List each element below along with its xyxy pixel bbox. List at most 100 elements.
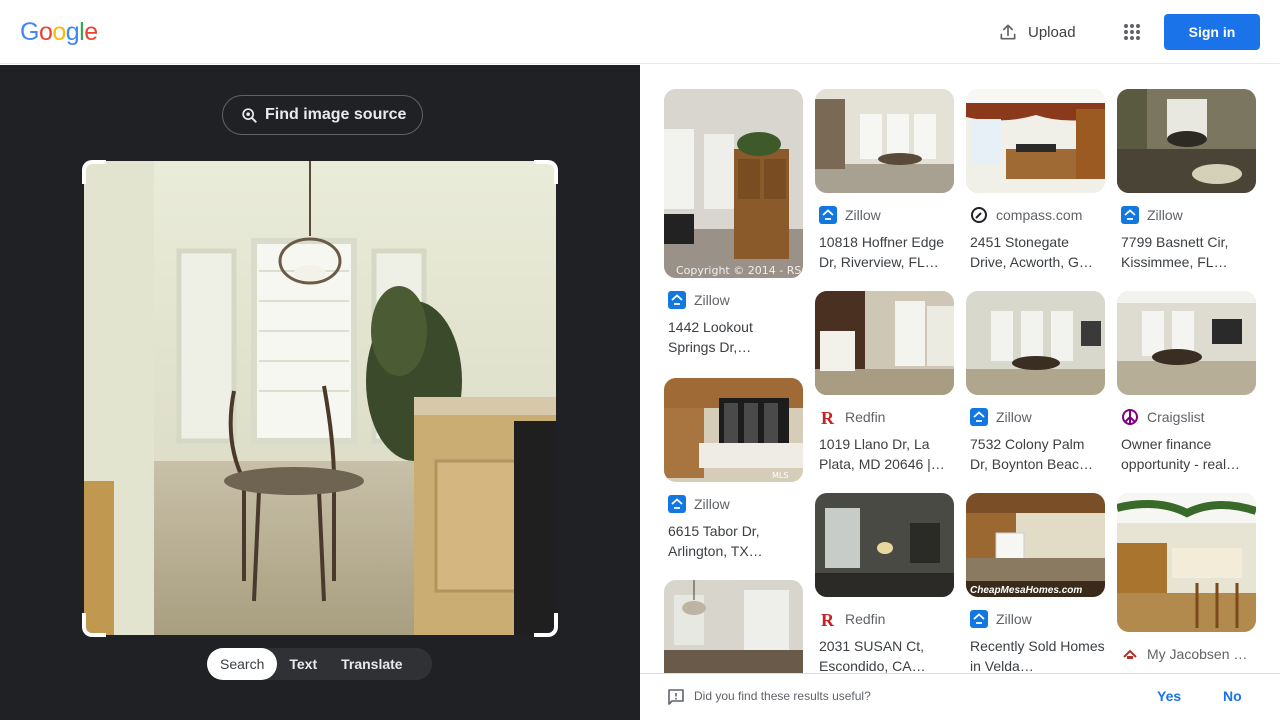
result-thumbnail[interactable]: CheapMesaHomes.com <box>966 493 1105 597</box>
result-title[interactable]: Recently Sold Homes in Velda… <box>966 636 1106 673</box>
result-card[interactable]: Zillow 7799 Basnett Cir, Kissimmee, FL… <box>1117 89 1257 272</box>
upload-icon <box>1000 24 1016 40</box>
result-card[interactable]: MLS Zillow 6615 Tabor Dr, Arlington, TX… <box>664 378 804 561</box>
result-title[interactable]: Owner finance opportunity - real… <box>1117 434 1257 474</box>
logo-letter: G <box>20 18 39 46</box>
result-title[interactable]: 7799 Basnett Cir, Kissimmee, FL… <box>1117 232 1257 272</box>
feedback-icon <box>668 689 684 705</box>
redfin-icon: R <box>819 610 837 628</box>
zillow-icon <box>668 291 686 309</box>
result-source: Craigslist <box>1117 407 1257 427</box>
jacobsen-icon <box>1121 645 1139 663</box>
result-title[interactable]: 2451 Stonegate Drive, Acworth, G… <box>966 232 1106 272</box>
result-card[interactable]: Craigslist Owner finance opportunity - r… <box>1117 291 1257 474</box>
result-source: Zillow <box>1117 205 1257 225</box>
google-apps-button[interactable] <box>1116 16 1148 48</box>
result-card[interactable]: CheapMesaHomes.com Zillow Recently Sold … <box>966 493 1106 673</box>
result-thumbnail[interactable] <box>815 89 954 193</box>
result-source-label: Redfin <box>845 409 886 425</box>
tab-search[interactable]: Search <box>207 648 278 680</box>
result-source-label: Zillow <box>845 207 881 223</box>
compass-icon <box>970 206 988 224</box>
result-thumbnail[interactable] <box>1117 493 1256 632</box>
result-thumbnail[interactable] <box>1117 89 1256 193</box>
result-title[interactable]: 10818 Hoffner Edge Dr, Riverview, FL… <box>815 232 955 272</box>
result-thumbnail[interactable]: MLS <box>664 378 803 482</box>
tab-translate[interactable]: Translate <box>329 648 414 680</box>
result-source: My Jacobsen … <box>1117 644 1257 664</box>
result-source: Zillow <box>664 494 804 514</box>
crop-handle-bottom-right[interactable] <box>534 613 558 637</box>
lens-image-panel: Find image source Search Text Translate <box>0 65 640 720</box>
feedback-yes-button[interactable]: Yes <box>1157 688 1181 704</box>
feedback-bar: Did you find these results useful? Yes N… <box>640 673 1280 720</box>
top-bar: Google Upload Sign in <box>0 0 1280 64</box>
feedback-question: Did you find these results useful? <box>694 689 871 703</box>
result-title[interactable]: 1019 Llano Dr, La Plata, MD 20646 |… <box>815 434 955 474</box>
find-image-source-label: Find image source <box>265 106 407 123</box>
craigslist-icon <box>1121 408 1139 426</box>
result-source-label: My Jacobsen … <box>1147 646 1248 662</box>
thumbnail-watermark: MLS <box>772 471 788 480</box>
logo-letter: o <box>38 18 53 46</box>
logo-letter: e <box>84 18 98 46</box>
result-source-label: Craigslist <box>1147 409 1205 425</box>
result-title[interactable]: 2031 SUSAN Ct, Escondido, CA… <box>815 636 955 673</box>
visual-matches: Copyright © 2014 - RSC Zillow 1442 Looko… <box>640 65 1280 673</box>
result-thumbnail[interactable] <box>664 580 803 673</box>
result-source-label: Zillow <box>996 409 1032 425</box>
redfin-icon: R <box>819 408 837 426</box>
zillow-icon <box>970 610 988 628</box>
lens-search-icon <box>242 108 257 123</box>
result-source: Zillow <box>966 609 1106 629</box>
svg-text:R: R <box>821 610 835 628</box>
result-card[interactable]: My Jacobsen … <box>1117 493 1257 664</box>
logo-letter: o <box>52 18 66 46</box>
logo-letter: g <box>65 18 80 46</box>
upload-button[interactable]: Upload <box>990 16 1084 48</box>
google-logo[interactable]: Google <box>20 18 98 47</box>
upload-label: Upload <box>1028 23 1076 41</box>
zillow-icon <box>668 495 686 513</box>
result-source-label: Zillow <box>996 611 1032 627</box>
query-image <box>84 161 556 635</box>
result-card[interactable]: compass.com 2451 Stonegate Drive, Acwort… <box>966 89 1106 272</box>
crop-handle-bottom-left[interactable] <box>82 613 106 637</box>
zillow-icon <box>819 206 837 224</box>
crop-handle-top-left[interactable] <box>82 160 106 184</box>
result-thumbnail[interactable] <box>815 291 954 395</box>
find-image-source-button[interactable]: Find image source <box>222 95 424 135</box>
sign-in-button[interactable]: Sign in <box>1164 14 1260 50</box>
result-thumbnail[interactable] <box>966 89 1105 193</box>
result-thumbnail[interactable] <box>815 493 954 597</box>
result-source-label: Zillow <box>694 292 730 308</box>
result-card[interactable] <box>664 580 804 673</box>
result-source: R Redfin <box>815 407 955 427</box>
result-source-label: Zillow <box>694 496 730 512</box>
result-card[interactable]: R Redfin 2031 SUSAN Ct, Escondido, CA… <box>815 493 955 673</box>
result-card[interactable]: Zillow 7532 Colony Palm Dr, Boynton Beac… <box>966 291 1106 474</box>
result-source: Zillow <box>966 407 1106 427</box>
result-card[interactable]: Copyright © 2014 - RSC Zillow 1442 Looko… <box>664 89 804 357</box>
result-source-label: Redfin <box>845 611 886 627</box>
thumbnail-watermark: CheapMesaHomes.com <box>970 585 1082 596</box>
feedback-no-button[interactable]: No <box>1223 688 1242 704</box>
result-card[interactable]: Zillow 10818 Hoffner Edge Dr, Riverview,… <box>815 89 955 272</box>
result-title[interactable]: 6615 Tabor Dr, Arlington, TX… <box>664 521 804 561</box>
tab-text[interactable]: Text <box>277 648 329 680</box>
zillow-icon <box>970 408 988 426</box>
result-thumbnail[interactable] <box>966 291 1105 395</box>
apps-grid-icon <box>1124 24 1140 40</box>
result-thumbnail[interactable] <box>1117 291 1256 395</box>
result-source-label: Zillow <box>1147 207 1183 223</box>
result-source: Zillow <box>815 205 955 225</box>
result-source-label: compass.com <box>996 207 1083 223</box>
result-title[interactable]: 7532 Colony Palm Dr, Boynton Beac… <box>966 434 1106 474</box>
result-card[interactable]: R Redfin 1019 Llano Dr, La Plata, MD 206… <box>815 291 955 474</box>
crop-handle-top-right[interactable] <box>534 160 558 184</box>
result-title[interactable]: 1442 Lookout Springs Dr,… <box>664 317 804 357</box>
result-source: Zillow <box>664 290 804 310</box>
svg-text:R: R <box>821 408 835 426</box>
zillow-icon <box>1121 206 1139 224</box>
result-thumbnail[interactable]: Copyright © 2014 - RSC <box>664 89 803 278</box>
